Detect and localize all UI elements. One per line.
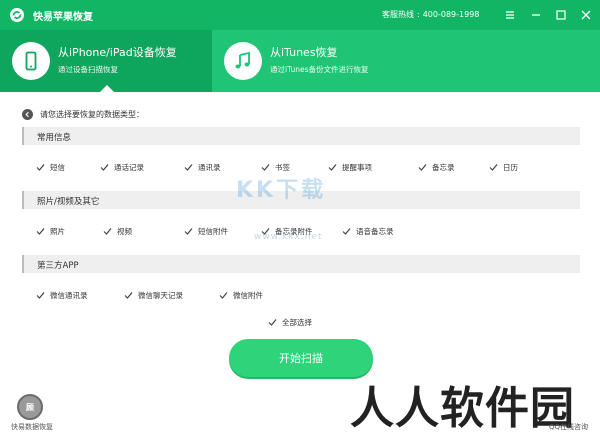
app-title: 快易苹果恢复 [33,12,93,23]
mode-tab-device[interactable]: 从iPhone/iPad设备恢复 通过设备扫描恢复 [0,30,212,92]
checkbox[interactable] [36,291,45,300]
checkbox[interactable] [36,163,45,172]
checkmark-icon [36,292,45,299]
option-calendar[interactable]: 日历 [489,162,518,173]
chevron-left-icon [25,111,29,118]
section-title: 第三方APP [37,261,79,271]
option-label: 微信聊天记录 [138,291,183,300]
close-icon [581,10,591,20]
option-label: 提醒事项 [342,163,372,172]
checkmark-icon [103,228,112,235]
checkbox[interactable] [342,227,351,236]
checkbox[interactable] [103,227,112,236]
minimize-icon [532,14,540,16]
checkbox[interactable] [328,163,337,172]
checkmark-icon [219,292,228,299]
mode-tab-itunes[interactable]: 从iTunes恢复 通过iTunes备份文件进行恢复 [212,30,600,92]
menu-button[interactable] [502,7,518,23]
checkmark-icon [418,164,427,171]
option-label: 视频 [117,227,132,236]
checkbox[interactable] [36,227,45,236]
checkmark-icon [36,164,45,171]
data-type-panel: 请您选择要恢复的数据类型： 常用信息 短信 通话记录 通讯录 书签 提醒事项 备… [0,92,600,435]
option-label: 通讯录 [198,163,221,172]
mode-header: 从iPhone/iPad设备恢复 通过设备扫描恢复 从iTunes恢复 通过iT… [0,30,600,92]
checkbox[interactable] [261,163,270,172]
menu-icon [506,11,514,19]
mode-itunes-subtitle: 通过iTunes备份文件进行恢复 [270,65,369,74]
select-all-label: 全部选择 [282,318,312,327]
qq-consult-link[interactable]: QQ在线咨询 [549,422,588,432]
select-prompt: 请您选择要恢复的数据类型： [40,110,144,119]
mode-itunes-icon-circle [224,42,262,80]
mode-itunes-title: 从iTunes恢复 [270,46,338,59]
section-title: 照片/视频及其它 [37,197,100,207]
checkbox[interactable] [100,163,109,172]
checkbox[interactable] [219,291,228,300]
checkmark-icon [124,292,133,299]
back-button[interactable] [22,109,33,120]
checkmark-icon [328,164,337,171]
option-label: 短信附件 [198,227,228,236]
watermark-main: KK下载 [236,178,327,203]
mode-device-title: 从iPhone/iPad设备恢复 [58,46,177,59]
section-title: 常用信息 [37,133,72,143]
option-label: 通话记录 [114,163,144,172]
option-label: 微信通讯录 [50,291,88,300]
option-label: 短信 [50,163,65,172]
checkmark-icon [184,228,193,235]
checkmark-icon [342,228,351,235]
option-photos[interactable]: 照片 [36,226,65,237]
mode-device-icon-circle [12,42,50,80]
footer-app-name: 快易数据恢复 [11,423,53,431]
checkbox[interactable] [124,291,133,300]
section-header-common: 常用信息 [22,127,580,145]
checkmark-icon [100,164,109,171]
minimize-button[interactable] [528,7,544,23]
option-label: 日历 [503,163,518,172]
footer-logo: 顾 [17,394,43,420]
checkbox[interactable] [418,163,427,172]
option-sms[interactable]: 短信 [36,162,65,173]
option-wechat-contacts[interactable]: 微信通讯录 [36,290,88,301]
select-all-option[interactable]: 全部选择 [268,317,312,328]
option-sms-attachments[interactable]: 短信附件 [184,226,228,237]
option-contacts[interactable]: 通讯录 [184,162,221,173]
option-label: 照片 [50,227,65,236]
option-notes[interactable]: 备忘录 [418,162,455,173]
option-videos[interactable]: 视频 [103,226,132,237]
checkbox[interactable] [184,163,193,172]
select-all-checkbox[interactable] [268,318,277,327]
option-label: 语音备忘录 [356,227,394,236]
active-tab-indicator [100,85,114,92]
maximize-icon [556,10,566,20]
option-wechat-attachments[interactable]: 微信附件 [219,290,263,301]
option-wechat-chats[interactable]: 微信聊天记录 [124,290,183,301]
maximize-button[interactable] [553,7,569,23]
hotline-label: 客服热线 [382,10,414,19]
option-call-log[interactable]: 通话记录 [100,162,144,173]
watermark-url: www.kkx.net [254,232,323,242]
option-label: 微信附件 [233,291,263,300]
hotline-number: 400-089-1998 [422,10,480,19]
checkbox[interactable] [489,163,498,172]
close-button[interactable] [578,7,594,23]
title-bar: 快易苹果恢复 客服热线:400-089-1998 [0,0,600,30]
checkmark-icon [184,164,193,171]
checkmark-icon [261,164,270,171]
phone-icon [25,51,37,71]
checkmark-icon [36,228,45,235]
mode-device-subtitle: 通过设备扫描恢复 [58,65,118,74]
checkmark-icon [489,164,498,171]
checkbox[interactable] [184,227,193,236]
music-note-icon [235,51,250,69]
option-reminders[interactable]: 提醒事项 [328,162,372,173]
checkmark-icon [268,319,277,326]
section-header-third-party: 第三方APP [22,255,580,273]
option-label: 备忘录 [432,163,455,172]
app-logo-icon [9,7,25,23]
hotline: 客服热线:400-089-1998 [382,10,480,19]
watermark-brand: 人人软件园 [350,383,575,434]
option-voice-memos[interactable]: 语音备忘录 [342,226,394,237]
